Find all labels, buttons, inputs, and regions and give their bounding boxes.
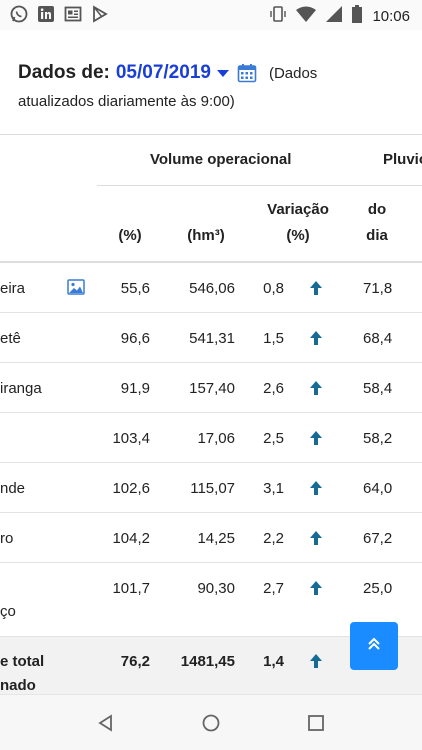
recents-button[interactable] — [306, 713, 326, 733]
column-header-dia: dia — [366, 227, 388, 244]
news-icon — [64, 5, 82, 23]
cell-variacao: 2,6 — [263, 380, 284, 397]
cell-dia: 67,2 — [363, 530, 393, 547]
divider — [97, 185, 422, 186]
cell-variacao: 1,5 — [263, 330, 284, 347]
cell-dia: 64,0 — [363, 480, 393, 497]
reservoir-name: ço — [0, 603, 16, 620]
column-header-variacao: Variação — [267, 201, 329, 218]
arrow-up-icon — [308, 530, 324, 546]
arrow-up-icon — [308, 580, 324, 596]
whatsapp-icon — [10, 5, 28, 23]
table-row: etê 96,6 541,31 1,5 68,4 — [0, 313, 422, 363]
arrow-up-icon — [308, 280, 324, 296]
arrow-up-icon — [308, 380, 324, 396]
vibrate-icon — [270, 5, 287, 28]
reservoir-table: Volume operacional Pluvio (%) (hm³) Vari… — [0, 134, 422, 694]
table-row: iranga 91,9 157,40 2,6 58,4 — [0, 363, 422, 413]
table-row: 103,4 17,06 2,5 58,2 — [0, 413, 422, 463]
cell-dia: 58,4 — [363, 380, 393, 397]
battery-icon — [352, 5, 363, 28]
arrow-up-icon — [308, 480, 324, 496]
date-selector[interactable]: 05/07/2019 — [116, 62, 211, 84]
header-volume-operacional: Volume operacional — [150, 151, 292, 168]
arrow-up-icon — [308, 330, 324, 346]
back-button[interactable] — [96, 713, 116, 733]
cell-variacao: 2,5 — [263, 430, 284, 447]
column-header-pct: (%) — [118, 227, 142, 244]
table-row: ro 104,2 14,25 2,2 67,2 — [0, 513, 422, 563]
update-note: (Dados — [268, 64, 318, 82]
cell-variacao: 2,2 — [263, 530, 284, 547]
signal-icon — [326, 6, 343, 27]
column-header-do: do — [367, 201, 387, 218]
date-header: Dados de: 05/07/2019 (Dados atualizados … — [18, 62, 418, 110]
android-nav-bar — [0, 694, 422, 750]
update-note-line2: atualizados diariamente às 9:00) — [18, 93, 235, 110]
arrow-up-icon — [308, 653, 324, 669]
table-row: nde 102,6 115,07 3,1 64,0 — [0, 463, 422, 513]
home-button[interactable] — [201, 713, 221, 733]
wifi-icon — [296, 6, 317, 27]
scroll-to-top-button[interactable] — [350, 622, 398, 670]
header-pluviometria: Pluvio — [383, 151, 422, 168]
column-header-hm3: (hm³) — [187, 227, 225, 244]
linkedin-icon — [37, 5, 55, 23]
cell-variacao: 2,7 — [263, 580, 284, 597]
total-label-line2: nado — [0, 677, 36, 694]
cell-dia: 25,0 — [363, 580, 393, 597]
cell-variacao: 0,8 — [263, 280, 284, 297]
clock: 10:06 — [372, 8, 410, 25]
cell-dia: 71,8 — [363, 280, 393, 297]
date-label: Dados de: — [18, 62, 110, 83]
cell-variacao: 1,4 — [263, 653, 284, 670]
column-header-variacao-pct: (%) — [286, 227, 310, 244]
cell-dia: 68,4 — [363, 330, 393, 347]
play-store-icon — [91, 5, 109, 23]
cell-dia: 58,2 — [363, 430, 393, 447]
double-chevron-up-icon — [365, 635, 383, 658]
table-row: eira 55,6 546,06 0,8 71,8 — [0, 263, 422, 313]
calendar-icon[interactable] — [237, 63, 257, 83]
arrow-up-icon — [308, 430, 324, 446]
status-bar: 10:06 — [0, 0, 422, 30]
chevron-down-icon[interactable] — [216, 69, 229, 77]
cell-variacao: 3,1 — [263, 480, 284, 497]
